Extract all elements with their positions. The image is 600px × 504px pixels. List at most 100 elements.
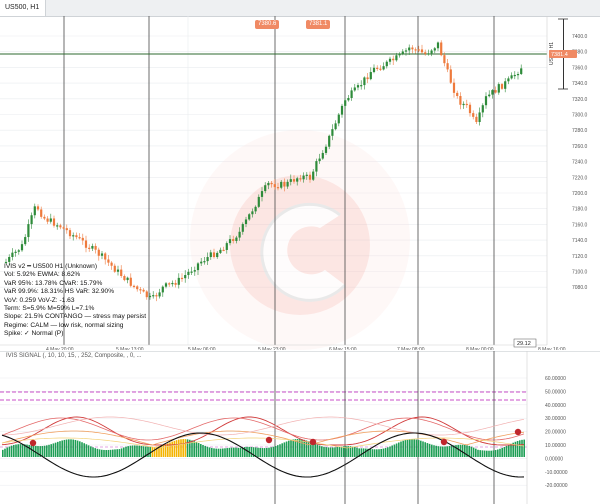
candle-body xyxy=(244,219,248,225)
candle-body xyxy=(334,123,337,130)
histogram-bar xyxy=(138,445,140,457)
histogram-bar xyxy=(87,445,90,457)
info-line: Slope: 21.5% CONTANGO — stress may persi… xyxy=(4,313,147,321)
histogram-bar xyxy=(450,445,453,457)
candle-body xyxy=(68,230,72,237)
candle-body xyxy=(424,52,427,54)
histogram-bar xyxy=(413,439,415,457)
histogram-bar xyxy=(477,449,479,457)
price-axis-label: 7180.0 xyxy=(572,207,588,213)
candle-body xyxy=(520,68,523,75)
candle-body xyxy=(513,74,516,77)
histogram-bar xyxy=(186,439,189,457)
histogram-bar xyxy=(338,446,341,457)
histogram-bar xyxy=(270,447,272,457)
histogram-bar xyxy=(131,445,134,457)
histogram-bar xyxy=(464,444,466,457)
candle-body xyxy=(14,251,17,253)
histogram-bar xyxy=(74,439,77,457)
histogram-bar xyxy=(268,447,270,457)
histogram-bar xyxy=(376,449,378,457)
sell-price-button[interactable]: 7380.6 xyxy=(255,20,280,29)
candle-body xyxy=(84,240,88,248)
candle-body xyxy=(177,277,180,285)
candle-body xyxy=(449,69,452,83)
candle-body xyxy=(468,104,472,114)
histogram-bar xyxy=(457,444,459,457)
histogram-bar xyxy=(316,444,319,457)
candle-body xyxy=(312,171,315,180)
histogram-bar xyxy=(96,448,99,457)
histogram-bar xyxy=(279,444,281,457)
candle-body xyxy=(17,250,20,252)
histogram-bar xyxy=(448,446,451,457)
signal-dot xyxy=(309,438,317,446)
histogram-bar xyxy=(283,442,286,457)
info-line: IVIS v2 ━ US500 H1 (Unknown) xyxy=(4,263,98,270)
candle-body xyxy=(321,152,324,159)
candle-body xyxy=(318,158,321,162)
histogram-bar xyxy=(215,448,217,457)
candle-body xyxy=(433,48,436,51)
histogram-bar xyxy=(514,441,517,457)
candle-body xyxy=(196,263,200,271)
candle-body xyxy=(206,257,209,262)
candle-body xyxy=(465,103,468,106)
candle-body xyxy=(331,129,334,136)
histogram-bar xyxy=(323,446,325,457)
histogram-bar xyxy=(48,444,50,457)
histogram-bar xyxy=(488,450,490,457)
candle-body xyxy=(180,277,184,280)
histogram-bar xyxy=(70,439,72,457)
chart-tab-us500-h1[interactable]: US500, H1 xyxy=(0,0,46,16)
histogram-bar xyxy=(81,442,83,457)
histogram-bar xyxy=(334,447,336,457)
histogram-bar xyxy=(235,447,237,457)
candle-body xyxy=(193,270,196,272)
histogram-bar xyxy=(257,447,259,457)
histogram-bar xyxy=(17,444,19,457)
candle-body xyxy=(308,174,312,180)
histogram-bar xyxy=(288,440,290,457)
candle-body xyxy=(200,261,203,264)
histogram-bar xyxy=(127,446,129,457)
histogram-bar xyxy=(19,444,22,457)
price-axis: 7400.07380.07360.07340.07320.07300.07280… xyxy=(572,34,588,291)
candle-body xyxy=(414,49,417,51)
histogram-bar xyxy=(239,447,242,457)
indicator-axis-label: 40.00000 xyxy=(545,403,566,409)
histogram-bar xyxy=(195,442,198,457)
histogram-bar xyxy=(63,439,66,457)
histogram-bar xyxy=(490,450,492,457)
indicator-axis-label: 50.00000 xyxy=(545,389,566,395)
candle-body xyxy=(190,271,193,273)
indicator-panel[interactable]: 60.00000 50.00000 40.00000 30.00000 20.00000… xyxy=(0,351,600,504)
price-axis-label: 7360.0 xyxy=(572,65,588,71)
candle-body xyxy=(30,215,33,225)
candle-body xyxy=(267,182,270,186)
histogram-bar xyxy=(411,439,413,457)
histogram-bar xyxy=(307,441,310,457)
histogram-bar xyxy=(365,448,367,457)
histogram-bar xyxy=(486,450,488,457)
candle-body xyxy=(340,105,344,115)
indicator-axis-label: 20.00000 xyxy=(545,430,566,436)
histogram-bar xyxy=(120,448,123,457)
candle-body xyxy=(219,249,222,253)
histogram-bar xyxy=(389,446,391,457)
candle-body xyxy=(280,181,283,188)
histogram-bar xyxy=(479,450,481,457)
time-axis-label: 5 May 23:00 xyxy=(258,347,286,350)
candle-body xyxy=(62,227,65,229)
histogram-bar xyxy=(336,447,338,457)
histogram-bar xyxy=(261,448,264,457)
histogram-bar xyxy=(46,445,48,457)
histogram-bar xyxy=(134,445,136,457)
price-axis-label: 7080.0 xyxy=(572,285,588,291)
histogram-bar xyxy=(420,440,422,457)
histogram-bar xyxy=(129,445,132,457)
buy-price-button[interactable]: 7381.1 xyxy=(306,20,331,29)
histogram-bar xyxy=(431,444,433,457)
candle-body xyxy=(315,161,318,172)
candle-body xyxy=(52,218,56,226)
